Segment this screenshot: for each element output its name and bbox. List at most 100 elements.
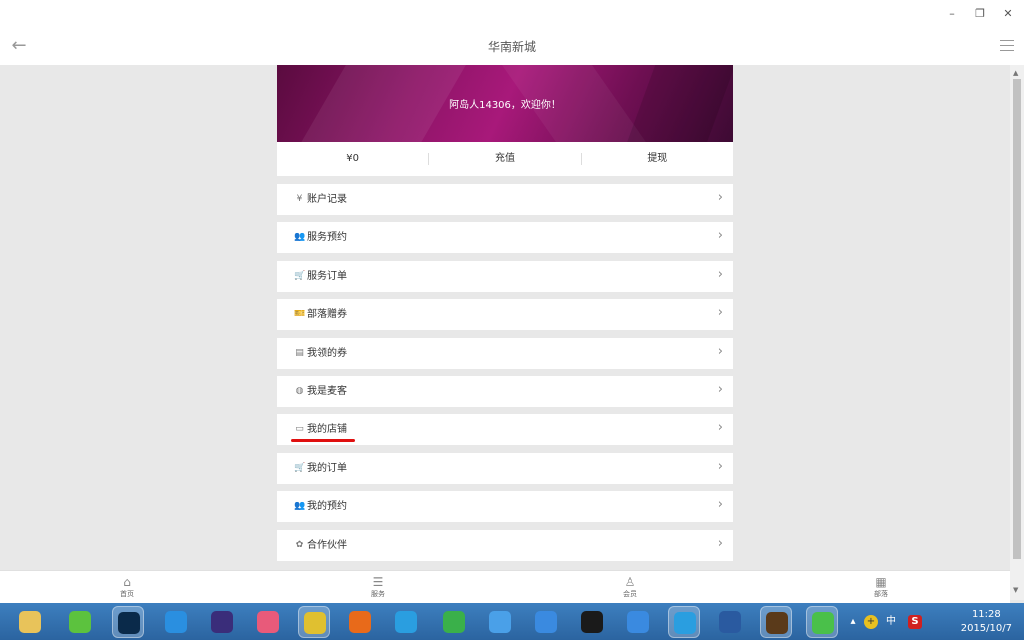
menu-item-label: 我的订单 xyxy=(307,462,347,474)
menu-item-label: 我的店铺 xyxy=(307,424,347,436)
ie-icon-glyph xyxy=(395,611,417,633)
minimize-button[interactable]: – xyxy=(944,6,960,22)
tray-plus-icon[interactable]: + xyxy=(864,615,878,629)
balance-value[interactable]: ¥0 xyxy=(277,153,430,165)
tab-list[interactable]: ☰ 服务 xyxy=(358,575,398,599)
colorful-app-icon-glyph xyxy=(257,611,279,633)
menu-item[interactable]: 🛒 服务订单 › xyxy=(277,260,733,292)
clock[interactable]: 11:28 2015/10/7 xyxy=(961,608,1012,636)
home-icon: ⌂ xyxy=(123,575,131,589)
game-icon[interactable] xyxy=(760,606,792,638)
wallet-bar: ¥0 充值 提现 xyxy=(277,142,733,176)
chevron-right-icon: › xyxy=(717,305,723,321)
cloud-icon-glyph xyxy=(489,611,511,633)
green-app-icon-glyph xyxy=(69,611,91,633)
menu-item[interactable]: 🛒 我的订单 › xyxy=(277,452,733,484)
cloud-icon[interactable] xyxy=(484,606,516,638)
menu-item[interactable]: ◍ 我是麦客 › xyxy=(277,375,733,407)
users-icon: 👥 xyxy=(294,232,306,243)
firefox-icon[interactable] xyxy=(344,606,376,638)
tab-label: 首页 xyxy=(120,590,134,598)
scroll-up-icon[interactable]: ▲ xyxy=(1013,69,1018,77)
tab-label: 会员 xyxy=(623,590,637,598)
system-tray: ▴ + 中 S 11:28 2015/10/7 xyxy=(844,603,1024,640)
tab-label: 服务 xyxy=(371,590,385,598)
app-header: ← 华南新城 xyxy=(0,28,1024,65)
ie-icon-2[interactable] xyxy=(668,606,700,638)
grid-icon: ▦ xyxy=(875,575,887,589)
restore-button[interactable]: ❐ xyxy=(972,6,988,22)
word-icon-glyph xyxy=(719,611,741,633)
chevron-right-icon: › xyxy=(717,497,723,513)
ticket-icon: 🎫 xyxy=(294,309,306,320)
tab-user[interactable]: ♙ 会员 xyxy=(610,575,650,599)
chrome-icon-glyph xyxy=(304,612,326,634)
tab-grid[interactable]: ▦ 部落 xyxy=(861,575,901,599)
menu-item[interactable]: 👥 我的预约 › xyxy=(277,491,733,523)
store-icon: ▭ xyxy=(295,424,304,435)
menu-item[interactable]: 👥 服务预约 › xyxy=(277,222,733,254)
menu-item[interactable]: ✿ 合作伙伴 › xyxy=(277,529,733,561)
firefox-icon-glyph xyxy=(349,611,371,633)
menu-item-label: 我是麦客 xyxy=(307,385,347,397)
pen-app-icon-glyph xyxy=(627,611,649,633)
chrome-icon[interactable] xyxy=(298,606,330,638)
menu-item[interactable]: 🎫 部落赠券 › xyxy=(277,299,733,331)
menu-item-label: 合作伙伴 xyxy=(307,539,347,551)
close-button[interactable]: ✕ xyxy=(1000,6,1016,22)
menu-item-label: 我的预约 xyxy=(307,501,347,513)
pen-app-icon[interactable] xyxy=(622,606,654,638)
chevron-right-icon: › xyxy=(717,535,723,551)
word-icon[interactable] xyxy=(714,606,746,638)
tab-home[interactable]: ⌂ 首页 xyxy=(107,575,147,599)
tab-label: 部落 xyxy=(874,590,888,598)
tray-expand-icon[interactable]: ▴ xyxy=(846,615,860,629)
clock-date: 2015/10/7 xyxy=(960,623,1012,634)
baidu-cloud-icon[interactable] xyxy=(530,606,562,638)
wechat-icon-glyph xyxy=(812,612,834,634)
menu-item-label: 服务预约 xyxy=(307,232,347,244)
menu-item[interactable]: ▤ 我领的券 › xyxy=(277,337,733,369)
kugou-icon[interactable] xyxy=(160,606,192,638)
menu-item-label: 部落赠券 xyxy=(307,309,347,321)
recharge-button[interactable]: 充值 xyxy=(429,153,582,165)
file-explorer-icon[interactable] xyxy=(14,606,46,638)
eclipse-icon[interactable] xyxy=(206,606,238,638)
flame-icon: ✿ xyxy=(295,539,304,550)
sogou-ime-icon[interactable]: S xyxy=(908,615,922,629)
page-title: 华南新城 xyxy=(487,40,536,54)
scrollbar-thumb[interactable] xyxy=(1013,79,1021,559)
photoshop-icon-glyph xyxy=(118,612,140,634)
bottom-tab-bar: ⌂ 首页 ☰ 服务 ♙ 会员 ▦ 部落 xyxy=(0,570,1010,603)
member-panel: 阿岛人14306，欢迎你！ ¥0 充值 提现 ¥ 账户记录 › 👥 服务预约 › 🛒 服务订单… xyxy=(277,65,733,568)
cart-icon: 🛒 xyxy=(294,270,306,281)
menu-list: ¥ 账户记录 › 👥 服务预约 › 🛒 服务订单 › 🎫 部落赠券 › ▤ 我领的券 › ◍ 我是麦客 › ▭ 我的店… xyxy=(277,184,733,561)
ie-icon[interactable] xyxy=(390,606,422,638)
scrollbar[interactable]: ▲ ▼ xyxy=(1010,65,1024,600)
users-icon: 👥 xyxy=(294,501,306,512)
menu-item[interactable]: ▭ 我的店铺 › xyxy=(277,414,733,446)
eclipse-icon-glyph xyxy=(211,611,233,633)
window-controls: – ❐ ✕ xyxy=(944,6,1016,22)
withdraw-button[interactable]: 提现 xyxy=(582,153,733,165)
chevron-right-icon: › xyxy=(717,343,723,359)
language-indicator[interactable]: 中 xyxy=(884,615,898,629)
scroll-down-icon[interactable]: ▼ xyxy=(1013,586,1018,594)
eye-app-icon[interactable] xyxy=(576,606,608,638)
wechat-icon[interactable] xyxy=(806,606,838,638)
download-icon[interactable] xyxy=(438,606,470,638)
green-app-icon[interactable] xyxy=(64,606,96,638)
download-icon-glyph xyxy=(443,611,465,633)
colorful-app-icon[interactable] xyxy=(252,606,284,638)
list-icon: ☰ xyxy=(372,575,384,589)
menu-item-label: 我领的券 xyxy=(307,347,347,359)
welcome-banner: 阿岛人14306，欢迎你！ xyxy=(277,65,733,142)
hamburger-menu-icon[interactable] xyxy=(1000,40,1014,52)
clock-time: 11:28 xyxy=(971,609,1001,620)
photoshop-icon[interactable] xyxy=(112,606,144,638)
game-icon-glyph xyxy=(766,612,788,634)
chevron-right-icon: › xyxy=(717,420,723,436)
menu-item[interactable]: ¥ 账户记录 › xyxy=(277,184,733,215)
welcome-text: 阿岛人14306，欢迎你！ xyxy=(449,100,561,111)
menu-item-label: 账户记录 xyxy=(307,194,347,205)
